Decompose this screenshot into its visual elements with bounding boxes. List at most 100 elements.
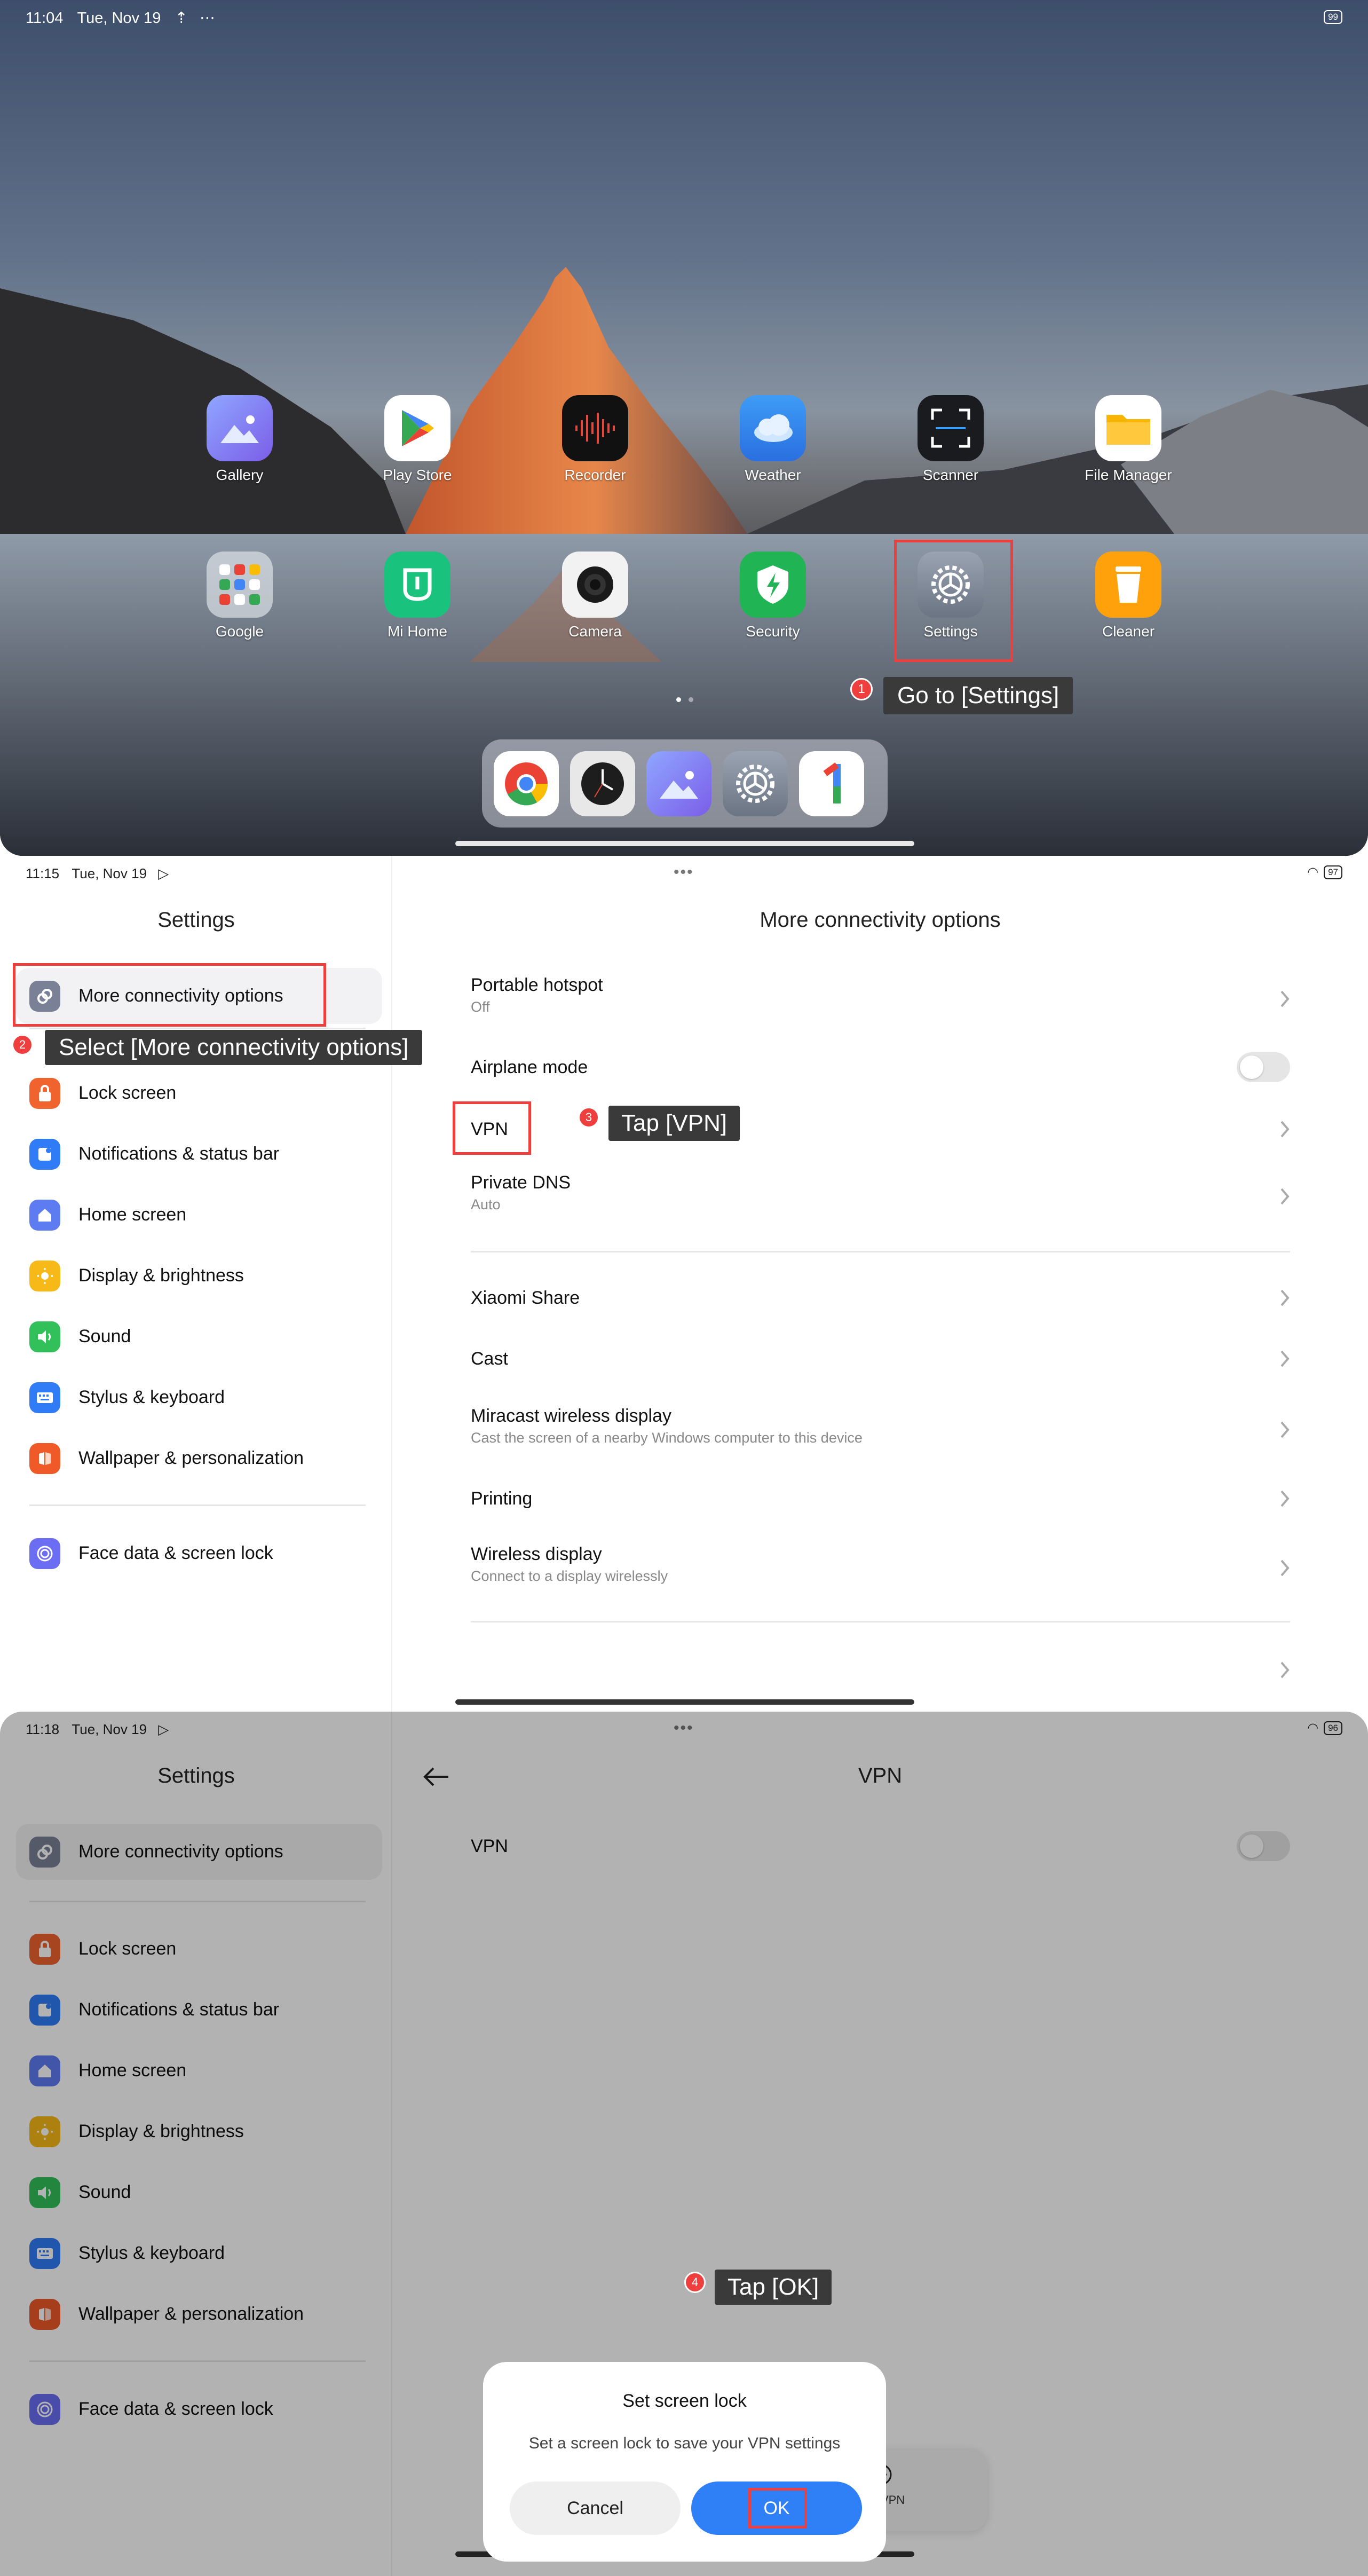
home-screen: 11:04 Tue, Nov 19 ⇡ ⋯ 99 Gallery Play St… xyxy=(0,0,1368,856)
home-icon xyxy=(29,1199,60,1231)
chevron-right-icon xyxy=(1280,1490,1290,1507)
recorder-icon xyxy=(562,395,628,461)
app-play-store[interactable]: Play Store xyxy=(353,395,481,484)
app-label: Mi Home xyxy=(387,623,447,640)
sidebar-item-sound[interactable]: Sound xyxy=(0,1309,131,1365)
row-portable-hotspot[interactable]: Portable hotspot Off xyxy=(471,975,1290,1023)
face-icon xyxy=(29,1538,60,1569)
row-title: Private DNS xyxy=(471,1172,571,1193)
chrome-icon[interactable] xyxy=(494,751,559,816)
sidebar-item-home-screen[interactable]: Home screen xyxy=(0,1187,186,1243)
google-one-icon[interactable] xyxy=(799,751,864,816)
app-camera[interactable]: Camera xyxy=(531,552,659,640)
row-subtitle: Off xyxy=(471,999,490,1015)
sidebar-item-label: Wallpaper & personalization xyxy=(78,1448,304,1468)
row-private-dns[interactable]: Private DNS Auto xyxy=(471,1172,1290,1220)
divider xyxy=(29,1028,366,1029)
row-printing[interactable]: Printing xyxy=(471,1483,1290,1515)
chevron-right-icon xyxy=(1280,1188,1290,1205)
divider xyxy=(471,1251,1290,1252)
row-title: Portable hotspot xyxy=(471,975,603,995)
sidebar-item-label: Display & brightness xyxy=(78,1265,244,1286)
gallery-icon xyxy=(207,395,273,461)
app-mi-home[interactable]: Mi Home xyxy=(353,552,481,640)
app-security[interactable]: Security xyxy=(709,552,837,640)
row-cast[interactable]: Cast xyxy=(471,1343,1290,1375)
app-label: Recorder xyxy=(564,467,626,483)
sidebar-item-notifications[interactable]: Notifications & status bar xyxy=(0,1126,279,1182)
chevron-right-icon xyxy=(1280,1289,1290,1306)
sidebar-item-label: Face data & screen lock xyxy=(78,1543,273,1563)
divider xyxy=(471,1621,1290,1622)
chevron-right-icon xyxy=(1280,1350,1290,1367)
gesture-bar[interactable] xyxy=(455,841,914,846)
row-xiaomi-share[interactable]: Xiaomi Share xyxy=(471,1282,1290,1314)
dialog-message: Set a screen lock to save your VPN setti… xyxy=(528,2435,841,2452)
row-title: Printing xyxy=(471,1488,533,1509)
status-date: Tue, Nov 19 xyxy=(77,10,161,27)
sidebar-item-wallpaper[interactable]: Wallpaper & personalization xyxy=(0,1430,304,1486)
dock xyxy=(482,739,888,828)
battery-icon: 99 xyxy=(1324,10,1342,24)
row-miracast[interactable]: Miracast wireless display Cast the scree… xyxy=(471,1406,1290,1454)
sidebar-item-stylus[interactable]: Stylus & keyboard xyxy=(0,1369,225,1425)
page-indicator xyxy=(689,697,693,702)
chevron-right-icon xyxy=(1280,1421,1290,1438)
settings-gear-icon[interactable] xyxy=(723,751,788,816)
app-label: Cleaner xyxy=(1102,623,1155,640)
app-weather[interactable]: Weather xyxy=(709,395,837,484)
wallpaper-icon xyxy=(29,1443,60,1474)
wifi-icon: ◠ xyxy=(1307,865,1319,879)
gesture-bar[interactable] xyxy=(455,1699,914,1705)
sidebar-item-face-data[interactable]: Face data & screen lock xyxy=(0,1525,273,1581)
play-store-icon xyxy=(384,395,450,461)
app-file-manager[interactable]: File Manager xyxy=(1064,395,1192,484)
app-cleaner[interactable]: Cleaner xyxy=(1064,552,1192,640)
page-indicator-active xyxy=(676,697,681,702)
row-title: Miracast wireless display xyxy=(471,1406,671,1426)
app-label: Weather xyxy=(745,467,801,483)
chevron-right-icon xyxy=(1280,1661,1290,1679)
sidebar-item-label: Notifications & status bar xyxy=(78,1144,280,1164)
sidebar-item-label: Home screen xyxy=(78,1204,187,1225)
airplane-mode-toggle[interactable] xyxy=(1237,1052,1290,1082)
multitask-dots-icon[interactable]: ••• xyxy=(674,863,694,881)
highlight-vpn xyxy=(453,1101,531,1155)
row-wireless-display[interactable]: Wireless display Connect to a display wi… xyxy=(471,1544,1290,1592)
chevron-right-icon xyxy=(1280,990,1290,1007)
cancel-button[interactable]: Cancel xyxy=(510,2482,681,2535)
weather-icon xyxy=(740,395,806,461)
lock-icon xyxy=(29,1077,60,1109)
app-google-folder[interactable]: Google xyxy=(176,552,304,640)
sidebar-item-label: Lock screen xyxy=(78,1083,177,1103)
step-badge: 4 xyxy=(684,2272,706,2293)
highlight-ok xyxy=(748,2488,807,2528)
app-label: Security xyxy=(746,623,800,640)
highlight-settings xyxy=(894,540,1013,662)
battery-icon: 97 xyxy=(1324,865,1342,879)
sidebar-item-display[interactable]: Display & brightness xyxy=(0,1248,244,1304)
sidebar-item-lock-screen[interactable]: Lock screen xyxy=(0,1065,176,1121)
highlight-more-connectivity xyxy=(13,963,326,1027)
step-callout: Go to [Settings] xyxy=(883,677,1073,714)
set-screen-lock-dialog: Set screen lock Set a screen lock to sav… xyxy=(483,2362,886,2562)
speaker-icon xyxy=(29,1321,60,1352)
row-airplane-mode[interactable]: Airplane mode xyxy=(471,1051,1290,1083)
app-label: Gallery xyxy=(216,467,264,483)
app-scanner[interactable]: Scanner xyxy=(887,395,1015,484)
row-more[interactable] xyxy=(471,1654,1290,1686)
app-gallery[interactable]: Gallery xyxy=(176,395,304,484)
step-callout: Select [More connectivity options] xyxy=(45,1030,423,1065)
notification-icon xyxy=(29,1138,60,1170)
app-label: Camera xyxy=(568,623,622,640)
settings-connectivity-screen: 11:15 Tue, Nov 19 ▷ ••• ◠ 97 Settings Mo… xyxy=(0,856,1368,1712)
step-callout: Tap [OK] xyxy=(715,2270,832,2305)
scanner-icon xyxy=(918,395,984,461)
app-label: Google xyxy=(215,623,264,640)
mi-home-icon xyxy=(384,552,450,618)
keyboard-icon xyxy=(29,1382,60,1413)
app-recorder[interactable]: Recorder xyxy=(531,395,659,484)
app-label: Scanner xyxy=(922,467,979,483)
clock-icon[interactable] xyxy=(570,751,635,816)
gallery-icon[interactable] xyxy=(646,751,711,816)
